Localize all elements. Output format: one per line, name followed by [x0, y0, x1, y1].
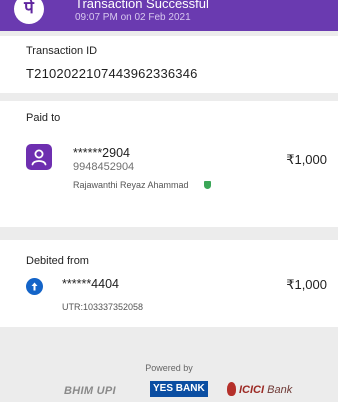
icici-bank-logo: ICICI Bank — [239, 384, 292, 396]
paid-to-label: Paid to — [26, 112, 61, 124]
bhim-upi-logo: BHIM UPI — [64, 385, 116, 397]
payee-name: Rajawanthi Reyaz Ahammad — [73, 180, 189, 190]
status-header: पे Transaction Successful 09:07 PM on 02… — [0, 0, 338, 31]
transaction-status-title: Transaction Successful — [75, 0, 209, 11]
user-avatar-icon — [26, 144, 52, 170]
transaction-timestamp: 09:07 PM on 02 Feb 2021 — [75, 12, 191, 23]
icici-logo-icon — [227, 382, 236, 396]
phonepe-logo: पे — [14, 0, 44, 24]
debit-masked-account: ******4404 — [62, 277, 119, 291]
paid-amount: ₹1,000 — [286, 152, 327, 167]
debited-from-label: Debited from — [26, 255, 89, 267]
yes-bank-logo: YES BANK — [150, 381, 208, 397]
debited-from-card: Debited from ******4404 UTR:103337352058… — [0, 240, 338, 327]
transaction-id-label: Transaction ID — [26, 45, 98, 57]
payee-phone: 9948452904 — [73, 161, 135, 173]
powered-by-label: Powered by — [145, 363, 193, 373]
verified-shield-icon — [204, 181, 211, 189]
debited-amount: ₹1,000 — [286, 277, 327, 292]
powered-by-footer: Powered by BHIM UPI YES BANK ICICI Bank — [0, 334, 338, 402]
icici-logo-text: ICICI — [239, 384, 265, 396]
paid-to-card: Paid to ******2904 9948452904 Rajawanthi… — [0, 101, 338, 227]
payee-masked-account: ******2904 — [73, 146, 130, 160]
icici-bank-text: Bank — [267, 384, 293, 396]
bank-icon — [26, 278, 43, 295]
transaction-id-card: Transaction ID T2102022107443962336346 — [0, 36, 338, 93]
transaction-id-value[interactable]: T2102022107443962336346 — [26, 66, 198, 81]
utr-number[interactable]: UTR:103337352058 — [62, 302, 143, 312]
